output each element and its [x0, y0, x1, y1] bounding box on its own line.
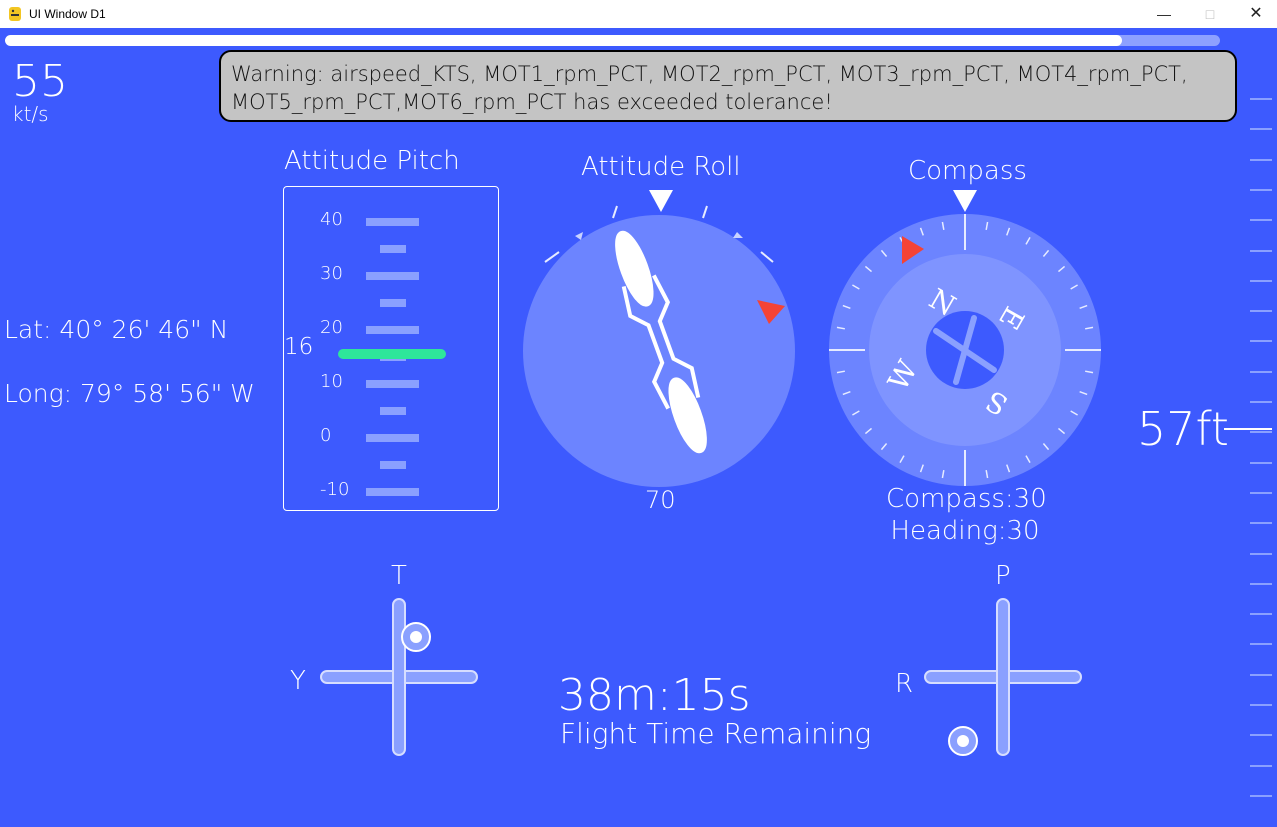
right-stick-handle[interactable]	[948, 726, 978, 756]
altitude-tick	[1250, 553, 1272, 555]
roll-gauge	[523, 190, 795, 487]
python-app-icon	[9, 7, 21, 21]
altitude-tick	[1250, 583, 1272, 585]
left-stick-vertical-track	[392, 598, 406, 756]
pitch-tick-minor	[380, 245, 406, 253]
altitude-tick	[1250, 734, 1272, 736]
roll-scale-marker	[575, 232, 583, 240]
longitude-readout: Long: 79° 58' 56" W	[4, 379, 255, 408]
compass-reference-pointer	[953, 190, 977, 212]
compass-readout: Compass:30 Heading:30	[886, 483, 1047, 547]
pitch-label: 10	[320, 371, 343, 392]
altitude-tick	[1250, 98, 1272, 100]
altitude-tick	[1250, 492, 1272, 494]
pitch-tick-major	[366, 326, 419, 334]
latitude-readout: Lat: 40° 26' 46" N	[4, 315, 229, 344]
altitude-tick	[1250, 765, 1272, 767]
altitude-tick	[1250, 310, 1272, 312]
pitch-tick-minor	[380, 461, 406, 469]
pitch-tick-major	[366, 434, 419, 442]
right-stick-vertical-track	[996, 598, 1010, 756]
pitch-label: -10	[320, 479, 350, 500]
altitude-tick	[1250, 401, 1272, 403]
roll-scale-marker	[733, 232, 743, 238]
maximize-button[interactable]: □	[1187, 0, 1233, 28]
altitude-tick	[1250, 250, 1272, 252]
altitude-tick	[1250, 431, 1272, 433]
altitude-tick	[1250, 795, 1272, 797]
altitude-tick	[1250, 159, 1272, 161]
roll-title: Attitude Roll	[581, 152, 741, 182]
pitch-indicator-bar	[338, 349, 446, 359]
altitude-value: 57ft	[1137, 402, 1229, 456]
altitude-tick	[1250, 340, 1272, 342]
progress-fill	[5, 35, 1122, 46]
minimize-button[interactable]: —	[1141, 0, 1187, 28]
pitch-label: 30	[320, 263, 343, 284]
altitude-tick	[1250, 189, 1272, 191]
pitch-value: 16	[284, 334, 314, 360]
pitch-tick-minor	[380, 299, 406, 307]
altitude-tick	[1250, 613, 1272, 615]
heading-value: Heading:30	[890, 516, 1040, 546]
window-title: UI Window D1	[29, 7, 106, 21]
pitch-label: 20	[320, 317, 343, 338]
altitude-tick	[1250, 522, 1272, 524]
pitch-stick-label: P	[995, 561, 1011, 591]
pitch-title: Attitude Pitch	[284, 146, 460, 176]
airspeed-unit: kt/s	[12, 102, 49, 126]
pitch-tick-minor	[380, 407, 406, 415]
left-stick-handle[interactable]	[401, 622, 431, 652]
altitude-tick	[1250, 280, 1272, 282]
pitch-tick-major	[366, 380, 419, 388]
roll-reference-pointer	[649, 190, 673, 212]
roll-value: 70	[645, 486, 676, 514]
altitude-tick	[1250, 704, 1272, 706]
flight-time-label: Flight Time Remaining	[560, 717, 872, 750]
throttle-label: T	[391, 561, 407, 591]
altitude-tick	[1250, 219, 1272, 221]
window-titlebar: UI Window D1 — □ ✕	[0, 0, 1277, 28]
roll-stick-label: R	[895, 669, 914, 699]
flight-time-remaining: 38m:15s	[558, 670, 751, 721]
altitude-tick	[1250, 674, 1272, 676]
compass-value: Compass:30	[886, 484, 1047, 514]
pitch-tick-major	[366, 272, 419, 280]
pitch-tick-major	[366, 218, 419, 226]
altitude-pointer	[1224, 428, 1272, 430]
altitude-tick	[1250, 128, 1272, 130]
yaw-label: Y	[290, 666, 306, 696]
altitude-tick	[1250, 643, 1272, 645]
altitude-tick	[1250, 371, 1272, 373]
battery-progress-bar	[5, 35, 1220, 46]
compass-gauge: N E S W	[829, 190, 1101, 486]
airspeed-value: 55	[12, 56, 68, 107]
altitude-tick	[1250, 462, 1272, 464]
compass-title: Compass	[908, 156, 1027, 186]
pitch-tick-major	[366, 488, 419, 496]
pitch-label: 40	[320, 209, 343, 230]
close-button[interactable]: ✕	[1233, 0, 1277, 28]
warning-banner: Warning: airspeed_KTS, MOT1_rpm_PCT, MOT…	[219, 50, 1237, 122]
pitch-label: 0	[320, 425, 332, 446]
